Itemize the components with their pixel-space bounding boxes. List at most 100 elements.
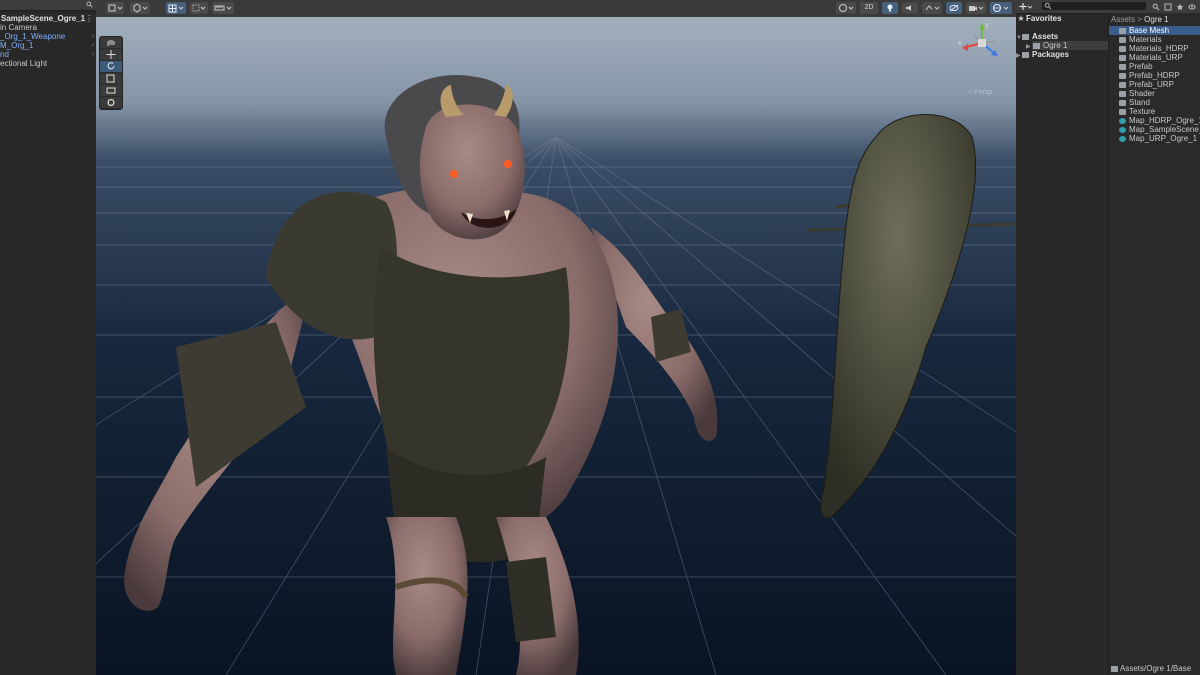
folder-asset-item[interactable]: Base Mesh (1109, 26, 1200, 35)
orientation-gizmo[interactable]: y x (952, 21, 1012, 71)
hierarchy-header (0, 0, 96, 11)
breadcrumb: Assets > Ogre 1 (1111, 15, 1169, 24)
scene-asset-item[interactable]: Map_HDRP_Ogre_1 (1109, 116, 1200, 125)
project-folder-tree: ★Favorites ▼ Assets ▶ Ogre 1 ▶ Packages (1016, 13, 1108, 675)
hand-icon (107, 40, 115, 46)
camera-mode-dropdown[interactable] (836, 2, 856, 14)
snap-icon (192, 4, 206, 12)
scene-asset-item[interactable]: Map_SampleScene_Og (1109, 125, 1200, 134)
increment-snap-dropdown[interactable] (212, 2, 234, 14)
scene-toolbar: 2D (96, 0, 1016, 18)
scene-viewport[interactable]: y x < Persp (96, 17, 1016, 675)
rect-tool-button[interactable] (100, 85, 122, 97)
scene-name: SampleScene_Ogre_1 (1, 14, 86, 23)
search-icon[interactable] (86, 1, 93, 8)
scene-asset-item[interactable]: Map_URP_Ogre_1 (1109, 134, 1200, 143)
hierarchy-item-label: M_Org_1 (0, 41, 34, 50)
unity-scene-icon (1119, 126, 1126, 133)
folder-icon (1033, 42, 1040, 49)
folder-icon (1119, 45, 1126, 52)
expand-arrow-icon[interactable]: › (92, 50, 94, 59)
breadcrumb-separator: > (1137, 15, 1142, 24)
unity-scene-icon (1119, 117, 1126, 124)
asset-label: Materials (1129, 35, 1162, 44)
snap-increment-dropdown[interactable] (190, 2, 208, 14)
cube-icon (133, 3, 148, 13)
hand-tool-button[interactable] (100, 37, 122, 49)
star-filter-icon[interactable] (1176, 3, 1184, 11)
shading-sphere-icon (839, 4, 854, 12)
packages-label: Packages (1032, 50, 1069, 59)
search-icon (1044, 2, 1052, 10)
breadcrumb-current[interactable]: Ogre 1 (1144, 15, 1168, 24)
audio-icon (906, 5, 911, 11)
folder-icon (1111, 665, 1118, 672)
add-icon[interactable] (1018, 1, 1034, 13)
folder-icon (1119, 72, 1126, 79)
scene-visibility-button[interactable] (946, 2, 962, 14)
selected-path-text: Assets/Ogre 1/Base (1120, 664, 1192, 673)
scale-tool-button[interactable] (100, 73, 122, 85)
scene-render (96, 17, 1016, 675)
folder-asset-item[interactable]: Prefab_HDRP (1109, 71, 1200, 80)
project-asset-list: Assets > Ogre 1 Base Mesh Materials Materi… (1108, 13, 1200, 675)
gizmos-dropdown[interactable] (990, 2, 1012, 14)
packages-folder-item[interactable]: ▶ Packages (1016, 50, 1069, 61)
render-mode-dropdown[interactable] (130, 2, 150, 14)
rect-icon (106, 87, 116, 94)
folder-asset-item[interactable]: Prefab_URP (1109, 80, 1200, 89)
folder-asset-item[interactable]: Texture (1109, 107, 1200, 116)
eye-icon[interactable] (1188, 3, 1196, 11)
transform-tool-button[interactable] (100, 97, 122, 109)
folder-asset-item[interactable]: Stand (1109, 98, 1200, 107)
hierarchy-item[interactable]: nd (0, 50, 9, 59)
grid-snap-button[interactable] (166, 2, 186, 14)
expand-arrow-icon[interactable]: › (92, 32, 94, 41)
folder-asset-item[interactable]: Materials (1109, 35, 1200, 44)
folder-asset-item[interactable]: Materials_HDRP (1109, 44, 1200, 53)
expand-arrow-icon[interactable]: › (92, 41, 94, 50)
project-header (1016, 0, 1200, 14)
rotate-icon (107, 62, 115, 70)
scale-icon (106, 74, 115, 83)
hierarchy-item[interactable]: ectional Light (0, 59, 47, 68)
hierarchy-item[interactable]: M_Org_1 (0, 41, 33, 50)
favorites-item[interactable]: ★Favorites (1016, 14, 1061, 23)
folder-icon (1119, 27, 1126, 34)
hierarchy-item[interactable]: in Camera (0, 23, 37, 32)
move-tool-button[interactable] (100, 49, 122, 61)
camera-settings-dropdown[interactable] (966, 2, 986, 14)
asset-label: Base Mesh (1129, 26, 1170, 35)
hierarchy-item-label: nd (0, 50, 9, 59)
asset-label: Shader (1129, 89, 1155, 98)
gizmo-y-label: y (985, 22, 989, 29)
audio-toggle-button[interactable] (902, 2, 918, 14)
effects-dropdown[interactable] (922, 2, 942, 14)
folder-icon (1119, 81, 1126, 88)
folder-asset-item[interactable]: Prefab (1109, 62, 1200, 71)
hierarchy-item-label: _Org_1_Weapone (0, 32, 66, 41)
hierarchy-item[interactable]: _Org_1_Weapone (0, 32, 65, 41)
lighting-toggle-button[interactable] (882, 2, 898, 14)
hierarchy-panel: SampleScene_Ogre_1 ⋮ in Camera _Org_1_Wea… (0, 0, 96, 675)
project-panel: ★Favorites ▼ Assets ▶ Ogre 1 ▶ Packages Ass… (1016, 0, 1200, 675)
rotate-tool-button[interactable] (100, 61, 122, 73)
projection-label[interactable]: < Persp (968, 89, 992, 96)
folder-icon (1022, 33, 1029, 40)
unity-scene-icon (1119, 135, 1126, 142)
project-search-input[interactable] (1042, 2, 1146, 10)
folder-asset-item[interactable]: Materials_URP (1109, 53, 1200, 62)
folder-asset-item[interactable]: Shader (1109, 89, 1200, 98)
label-filter-icon[interactable] (1164, 3, 1172, 11)
asset-label: Map_SampleScene_Og (1129, 125, 1200, 134)
draw-mode-dropdown[interactable] (106, 2, 124, 14)
search-by-type-icon[interactable] (1152, 3, 1160, 11)
2d-toggle-button[interactable]: 2D (860, 2, 878, 14)
asset-label: Materials_HDRP (1129, 44, 1189, 53)
asset-label: Map_HDRP_Ogre_1 (1129, 116, 1200, 125)
breadcrumb-root[interactable]: Assets (1111, 15, 1135, 24)
kebab-menu-icon[interactable]: ⋮ (85, 14, 93, 23)
scene-root-row[interactable]: SampleScene_Ogre_1 (0, 14, 96, 23)
folder-icon (1119, 63, 1126, 70)
asset-label: Map_URP_Ogre_1 (1129, 134, 1198, 143)
